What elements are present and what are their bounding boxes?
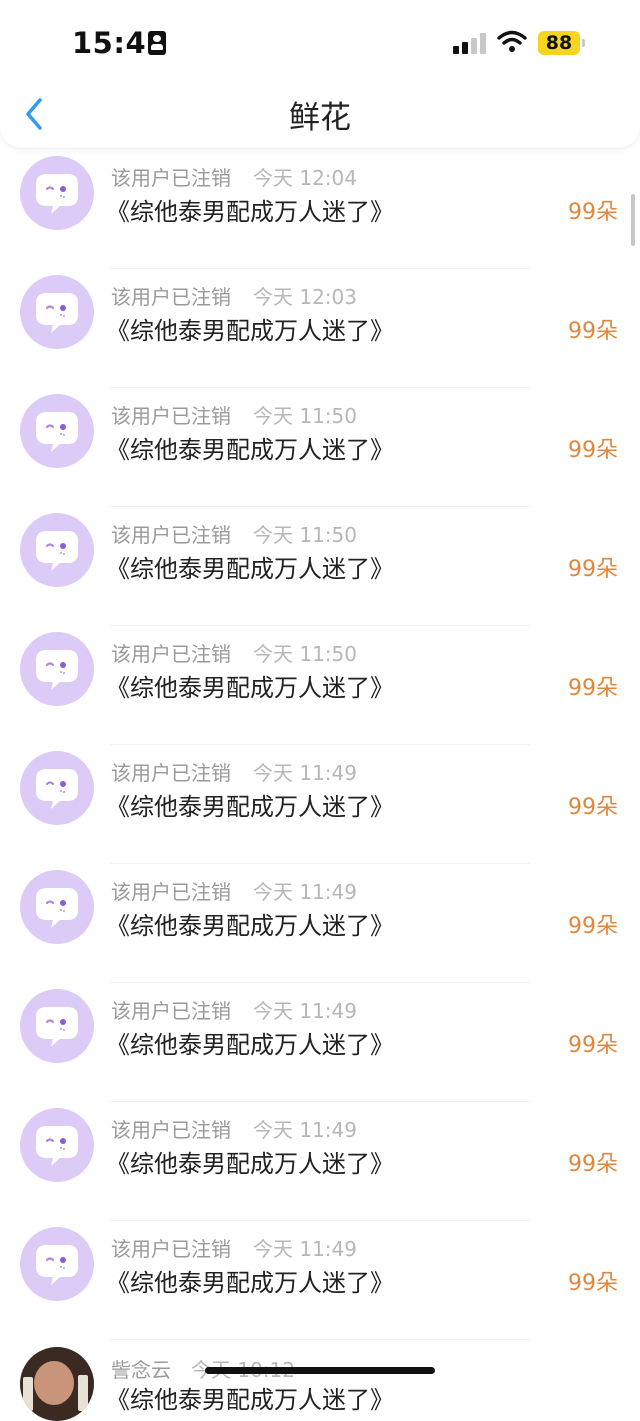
page-title: 鲜花 xyxy=(289,100,351,136)
avatar[interactable] xyxy=(20,394,94,468)
chat-bubble-avatar-icon xyxy=(36,293,78,333)
list-item[interactable]: 该用户已注销 今天 11:49 《综他泰男配成万人迷了》 99朵 xyxy=(0,745,640,864)
gift-username: 该用户已注销 xyxy=(111,166,231,190)
gift-username: 该用户已注销 xyxy=(111,523,231,547)
id-card-icon xyxy=(148,31,166,55)
list-item[interactable]: 该用户已注销 今天 11:49 《综他泰男配成万人迷了》 99朵 xyxy=(0,864,640,983)
list-item[interactable]: 该用户已注销 今天 12:03 《综他泰男配成万人迷了》 99朵 xyxy=(0,269,640,388)
divider xyxy=(110,1339,530,1340)
list-item[interactable]: 该用户已注销 今天 11:50 《综他泰男配成万人迷了》 99朵 xyxy=(0,626,640,745)
chat-bubble-avatar-icon xyxy=(36,650,78,690)
flower-count: 99朵 xyxy=(568,1271,618,1296)
flower-count: 99朵 xyxy=(568,795,618,820)
gift-book-title[interactable]: 《综他泰男配成万人迷了》 xyxy=(106,1263,394,1298)
gift-book-title[interactable]: 《综他泰男配成万人迷了》 xyxy=(106,668,394,703)
list-item[interactable]: 该用户已注销 今天 11:50 《综他泰男配成万人迷了》 99朵 xyxy=(0,507,640,626)
list-item[interactable]: 该用户已注销 今天 11:50 《综他泰男配成万人迷了》 99朵 xyxy=(0,388,640,507)
flower-count: 99朵 xyxy=(568,1033,618,1058)
gift-time: 今天 11:49 xyxy=(253,999,357,1023)
battery-indicator: 88 xyxy=(538,31,580,55)
chat-bubble-avatar-icon xyxy=(36,888,78,928)
flower-count: 99朵 xyxy=(568,438,618,463)
chat-bubble-avatar-icon xyxy=(36,174,78,214)
gift-time: 今天 11:50 xyxy=(253,523,357,547)
gift-username: 訾念云 xyxy=(111,1358,171,1382)
avatar-face xyxy=(34,1361,74,1405)
gift-time: 今天 11:50 xyxy=(253,404,357,428)
battery-tip xyxy=(582,39,585,47)
gift-username: 该用户已注销 xyxy=(111,404,231,428)
gift-book-title[interactable]: 《综他泰男配成万人迷了》 xyxy=(106,906,394,941)
flower-count: 99朵 xyxy=(568,676,618,701)
gift-time: 今天 11:49 xyxy=(253,1237,357,1261)
gift-list: 该用户已注销 今天 12:04 《综他泰男配成万人迷了》 99朵 该用户已注销 今天 12… xyxy=(0,150,640,1340)
chat-bubble-avatar-icon xyxy=(36,1126,78,1166)
gift-username: 该用户已注销 xyxy=(111,1237,231,1261)
gift-book-title[interactable]: 《综他泰男配成万人迷了》 xyxy=(106,430,394,465)
chat-bubble-avatar-icon xyxy=(36,1007,78,1047)
avatar[interactable] xyxy=(20,751,94,825)
chat-bubble-avatar-icon xyxy=(36,769,78,809)
wifi-icon xyxy=(497,30,527,52)
status-bar: 15:45 88 xyxy=(0,0,640,88)
avatar[interactable] xyxy=(20,275,94,349)
avatar[interactable] xyxy=(20,1108,94,1182)
gift-time: 今天 12:03 xyxy=(253,285,357,309)
gift-time: 今天 12:04 xyxy=(253,166,357,190)
avatar[interactable] xyxy=(20,513,94,587)
gift-book-title[interactable]: 《综他泰男配成万人迷了》 xyxy=(106,549,394,584)
gift-time: 今天 11:49 xyxy=(253,880,357,904)
gift-username: 该用户已注销 xyxy=(111,1118,231,1142)
gift-username: 该用户已注销 xyxy=(111,642,231,666)
gift-book-title[interactable]: 《综他泰男配成万人迷了》 xyxy=(106,1025,394,1060)
cellular-signal-icon xyxy=(453,32,489,54)
chat-bubble-avatar-icon xyxy=(36,531,78,571)
avatar[interactable] xyxy=(20,156,94,230)
home-indicator[interactable] xyxy=(205,1367,435,1374)
flower-count: 99朵 xyxy=(568,1152,618,1177)
gift-username: 该用户已注销 xyxy=(111,880,231,904)
avatar[interactable] xyxy=(20,632,94,706)
avatar-bottle xyxy=(78,1375,88,1411)
gift-time: 今天 11:50 xyxy=(253,642,357,666)
list-item[interactable]: 该用户已注销 今天 11:49 《综他泰男配成万人迷了》 99朵 xyxy=(0,983,640,1102)
avatar[interactable] xyxy=(20,1347,94,1421)
gift-username: 该用户已注销 xyxy=(111,285,231,309)
avatar-bottle xyxy=(23,1377,33,1411)
flower-count: 99朵 xyxy=(568,914,618,939)
chat-bubble-avatar-icon xyxy=(36,1245,78,1285)
scrollbar[interactable] xyxy=(631,194,635,246)
gift-username: 该用户已注销 xyxy=(111,999,231,1023)
gift-username: 该用户已注销 xyxy=(111,761,231,785)
flower-count: 99朵 xyxy=(568,319,618,344)
avatar[interactable] xyxy=(20,989,94,1063)
gift-book-title[interactable]: 《综他泰男配成万人迷了》 xyxy=(106,311,394,346)
gift-book-title[interactable]: 《综他泰男配成万人迷了》 xyxy=(106,787,394,822)
gift-book-title[interactable]: 《综他泰男配成万人迷了》 xyxy=(106,192,394,227)
gift-book-title: 《综他泰男配成万人迷了》 xyxy=(106,1386,394,1414)
avatar[interactable] xyxy=(20,1227,94,1301)
gift-time: 今天 11:49 xyxy=(253,1118,357,1142)
chat-bubble-avatar-icon xyxy=(36,412,78,452)
list-item[interactable]: 该用户已注销 今天 11:49 《综他泰男配成万人迷了》 99朵 xyxy=(0,1221,640,1340)
gift-book-title[interactable]: 《综他泰男配成万人迷了》 xyxy=(106,1144,394,1179)
avatar[interactable] xyxy=(20,870,94,944)
flower-count: 99朵 xyxy=(568,200,618,225)
list-item[interactable]: 该用户已注销 今天 12:04 《综他泰男配成万人迷了》 99朵 xyxy=(0,150,640,269)
gift-time: 今天 11:49 xyxy=(253,761,357,785)
list-item[interactable]: 该用户已注销 今天 11:49 《综他泰男配成万人迷了》 99朵 xyxy=(0,1102,640,1221)
flower-count: 99朵 xyxy=(568,557,618,582)
